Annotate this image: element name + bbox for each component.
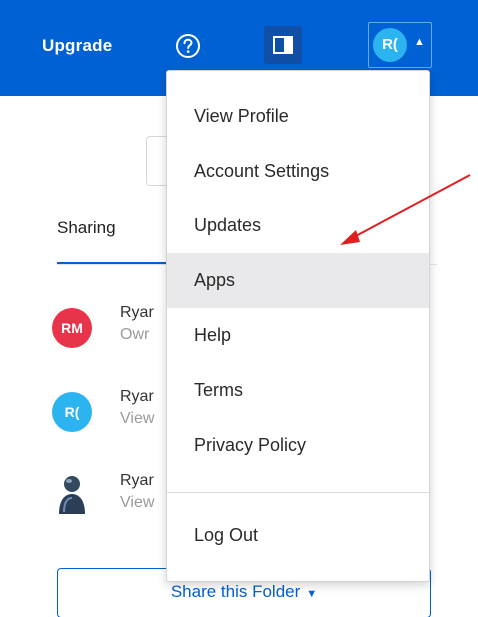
collaborator-row[interactable]: Ryar View bbox=[52, 472, 182, 526]
collaborator-role: Owr bbox=[120, 326, 150, 343]
sidebar-panel-button[interactable] bbox=[264, 26, 302, 64]
collaborator-avatar: RM bbox=[52, 308, 92, 348]
collaborator-name: Ryar bbox=[120, 304, 154, 321]
tab-sharing[interactable]: Sharing bbox=[57, 218, 116, 238]
menu-item-apps[interactable]: Apps bbox=[167, 253, 429, 308]
menu-item-updates[interactable]: Updates bbox=[167, 198, 429, 253]
collaborator-avatar: R( bbox=[52, 392, 92, 432]
sidebar-panel-icon bbox=[273, 36, 293, 54]
collaborator-name: Ryar bbox=[120, 388, 154, 405]
person-icon bbox=[59, 476, 85, 514]
collaborator-row[interactable]: R( Ryar View bbox=[52, 388, 182, 442]
page: Upgrade R( ▲ Sharing RM Ryar Owr R( Ryar… bbox=[0, 0, 478, 617]
account-dropdown-menu: View Profile Account Settings Updates Ap… bbox=[166, 70, 430, 582]
menu-item-log-out[interactable]: Log Out bbox=[167, 508, 429, 563]
menu-item-account-settings[interactable]: Account Settings bbox=[167, 144, 429, 199]
menu-item-privacy-policy[interactable]: Privacy Policy bbox=[167, 418, 429, 473]
collaborator-row[interactable]: RM Ryar Owr bbox=[52, 304, 182, 358]
collaborator-role: View bbox=[120, 410, 155, 427]
question-circle-icon[interactable] bbox=[175, 33, 201, 59]
upgrade-link[interactable]: Upgrade bbox=[42, 36, 112, 56]
menu-item-view-profile[interactable]: View Profile bbox=[167, 89, 429, 144]
menu-item-help[interactable]: Help bbox=[167, 308, 429, 363]
account-menu-button[interactable]: R( ▲ bbox=[368, 22, 432, 68]
avatar: R( bbox=[373, 28, 407, 62]
menu-item-terms[interactable]: Terms bbox=[167, 363, 429, 418]
collaborator-name: Ryar bbox=[120, 472, 154, 489]
collaborator-role: View bbox=[120, 494, 155, 511]
caret-down-icon: ▲ bbox=[414, 36, 425, 48]
menu-divider bbox=[167, 492, 429, 493]
share-folder-label: Share this Folder bbox=[170, 582, 301, 601]
caret-down-icon: ▼ bbox=[306, 588, 318, 600]
